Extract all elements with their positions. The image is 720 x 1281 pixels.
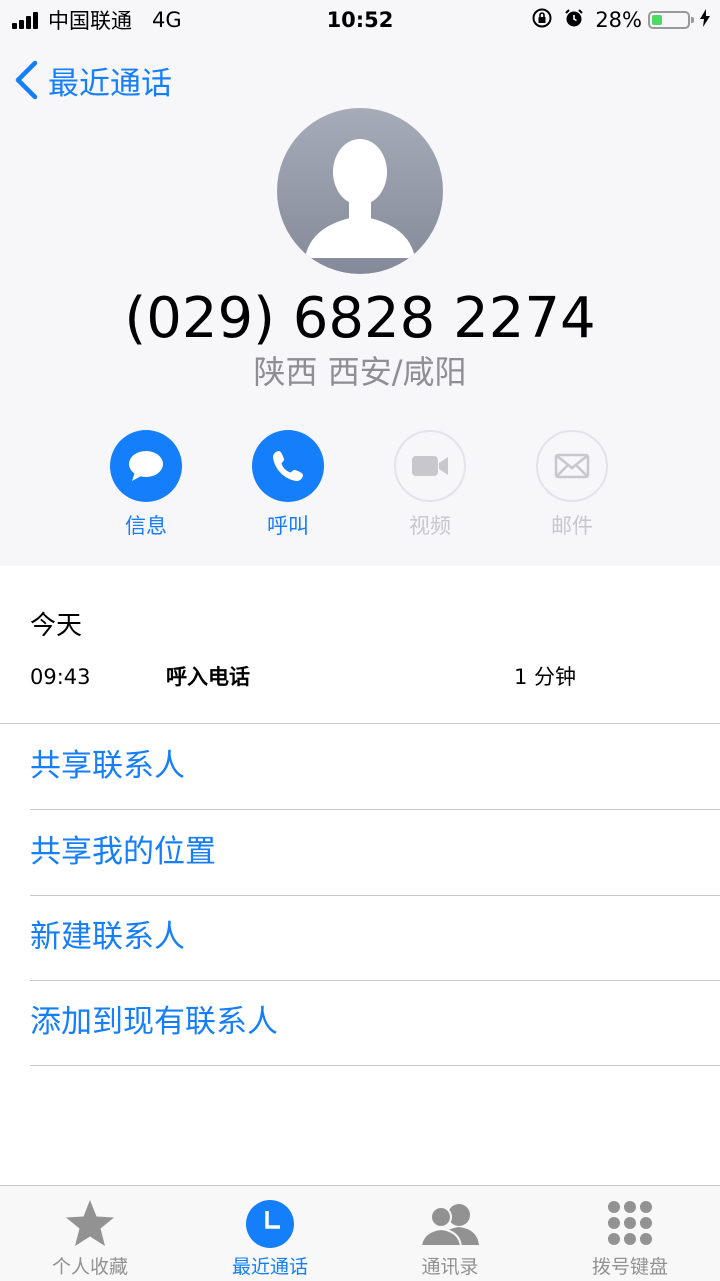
add-to-existing-contact-button[interactable]: 添加到现有联系人 bbox=[30, 980, 720, 1066]
new-contact-button[interactable]: 新建联系人 bbox=[30, 895, 720, 981]
battery-icon bbox=[648, 11, 694, 29]
video-button-label: 视频 bbox=[409, 514, 451, 538]
back-button[interactable]: 最近通话 bbox=[14, 58, 172, 102]
tab-favorites-label: 个人收藏 bbox=[51, 1256, 128, 1278]
phone-location: 陕西 西安/咸阳 bbox=[253, 353, 467, 391]
contacts-icon bbox=[419, 1204, 479, 1247]
tab-keypad-label: 拨号键盘 bbox=[591, 1256, 668, 1278]
tab-bar: 个人收藏 最近通话 通讯录 拨号键盘 bbox=[0, 1185, 720, 1281]
call-button-circle[interactable] bbox=[252, 430, 324, 502]
call-duration: 1 分钟 bbox=[514, 665, 577, 689]
share-contact-button[interactable]: 共享联系人 bbox=[30, 724, 720, 810]
phone-icon bbox=[273, 451, 303, 481]
message-button[interactable]: 信息 bbox=[91, 430, 201, 540]
status-bar: 中国联通 4G 10:52 28% bbox=[0, 0, 720, 40]
message-button-circle[interactable] bbox=[110, 430, 182, 502]
recents-day-label: 今天 bbox=[30, 611, 83, 641]
call-history-row: 09:43 呼入电话 1 分钟 bbox=[30, 662, 690, 692]
clock-icon bbox=[246, 1200, 294, 1248]
call-time: 09:43 bbox=[30, 665, 91, 689]
alarm-icon bbox=[563, 7, 585, 34]
tab-favorites[interactable]: 个人收藏 bbox=[0, 1186, 180, 1281]
phone-number: (029) 6828 2274 bbox=[124, 286, 596, 351]
charging-bolt-icon bbox=[700, 8, 710, 32]
tab-keypad[interactable]: 拨号键盘 bbox=[540, 1186, 720, 1281]
envelope-icon bbox=[554, 453, 590, 479]
mail-button-circle[interactable] bbox=[536, 430, 608, 502]
message-button-label: 信息 bbox=[125, 514, 167, 538]
call-button-label: 呼叫 bbox=[267, 514, 309, 538]
tab-recents[interactable]: 最近通话 bbox=[180, 1186, 360, 1281]
tab-contacts-label: 通讯录 bbox=[421, 1256, 479, 1278]
contact-avatar bbox=[277, 108, 443, 274]
tab-contacts[interactable]: 通讯录 bbox=[360, 1186, 540, 1281]
person-silhouette-icon bbox=[305, 139, 415, 258]
back-button-label: 最近通话 bbox=[48, 65, 172, 102]
video-button-circle[interactable] bbox=[394, 430, 466, 502]
call-type: 呼入电话 bbox=[166, 665, 250, 689]
mail-button[interactable]: 邮件 bbox=[517, 430, 627, 540]
share-location-button[interactable]: 共享我的位置 bbox=[30, 810, 720, 896]
mail-button-label: 邮件 bbox=[551, 514, 593, 538]
status-right: 28% bbox=[531, 6, 710, 34]
battery-percent: 28% bbox=[595, 8, 642, 32]
message-bubble-icon bbox=[129, 451, 163, 481]
video-button[interactable]: 视频 bbox=[375, 430, 485, 540]
video-camera-icon bbox=[412, 456, 448, 476]
star-icon bbox=[66, 1200, 114, 1246]
rotation-lock-icon bbox=[531, 7, 553, 34]
call-button[interactable]: 呼叫 bbox=[233, 430, 343, 540]
keypad-icon bbox=[608, 1201, 652, 1245]
chevron-left-icon bbox=[15, 60, 38, 100]
tab-recents-label: 最近通话 bbox=[231, 1256, 308, 1278]
